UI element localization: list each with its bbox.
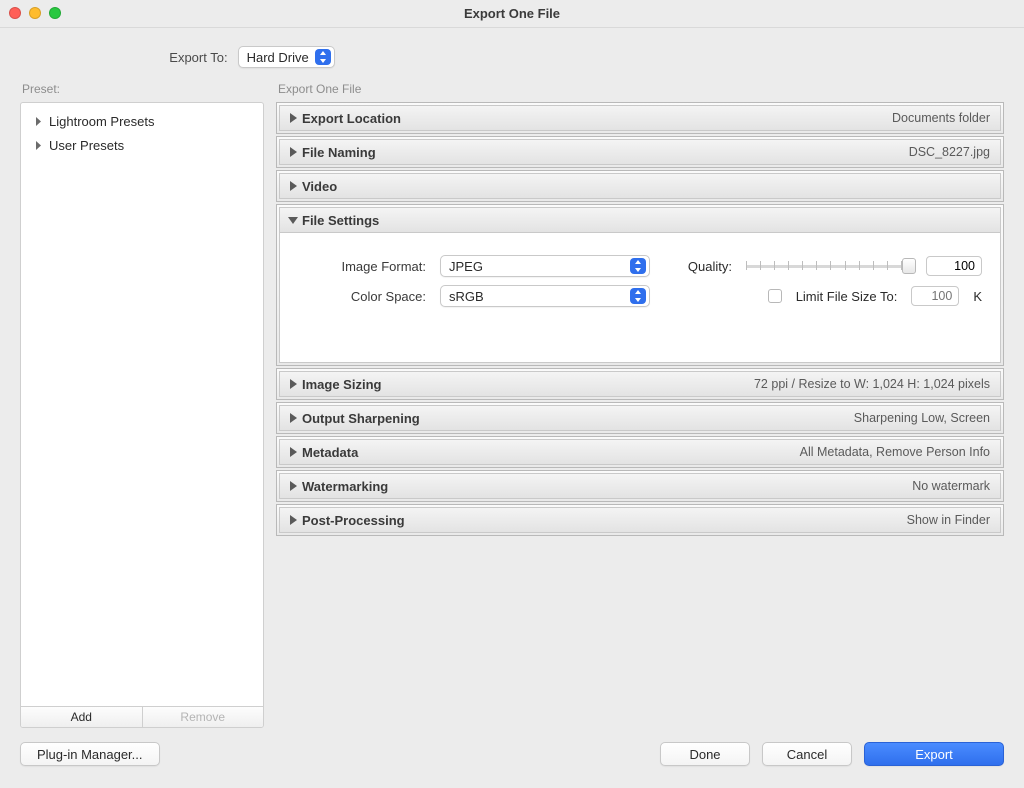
dialog-footer: Plug-in Manager... Done Cancel Export — [0, 728, 1024, 788]
panel-title: Image Sizing — [302, 377, 381, 392]
panel-title: File Naming — [302, 145, 376, 160]
panel-title: Post-Processing — [302, 513, 405, 528]
preset-item-label: User Presets — [49, 138, 124, 153]
image-format-value: JPEG — [449, 259, 630, 274]
plugin-manager-button[interactable]: Plug-in Manager... — [20, 742, 160, 766]
updown-icon — [315, 49, 331, 65]
export-to-select[interactable]: Hard Drive — [238, 46, 335, 68]
panel-metadata: Metadata All Metadata, Remove Person Inf… — [276, 436, 1004, 468]
color-space-select[interactable]: sRGB — [440, 285, 650, 307]
titlebar: Export One File — [0, 0, 1024, 28]
panel-gap — [279, 333, 1001, 363]
panel-header[interactable]: Metadata All Metadata, Remove Person Inf… — [279, 439, 1001, 465]
quality-slider[interactable] — [746, 257, 916, 275]
panel-summary: 72 ppi / Resize to W: 1,024 H: 1,024 pix… — [754, 377, 990, 391]
panel-header[interactable]: File Settings — [279, 207, 1001, 233]
panel-header[interactable]: Video — [279, 173, 1001, 199]
triangle-right-icon — [286, 515, 300, 525]
preset-add-button[interactable]: Add — [21, 707, 143, 727]
panel-file-settings: File Settings Image Format: JPEG — [276, 204, 1004, 366]
file-settings-body: Image Format: JPEG Quality: — [279, 233, 1001, 334]
export-to-value: Hard Drive — [247, 50, 315, 65]
window-title: Export One File — [464, 6, 560, 21]
color-space-value: sRGB — [449, 289, 630, 304]
image-format-select[interactable]: JPEG — [440, 255, 650, 277]
panel-post-processing: Post-Processing Show in Finder — [276, 504, 1004, 536]
panel-summary: DSC_8227.jpg — [909, 145, 990, 159]
panel-header[interactable]: Image Sizing 72 ppi / Resize to W: 1,024… — [279, 371, 1001, 397]
panel-watermarking: Watermarking No watermark — [276, 470, 1004, 502]
preset-item-lightroom[interactable]: Lightroom Presets — [21, 109, 263, 133]
panel-title: Watermarking — [302, 479, 388, 494]
quality-input[interactable] — [926, 256, 982, 276]
panel-file-naming: File Naming DSC_8227.jpg — [276, 136, 1004, 168]
panel-header[interactable]: Output Sharpening Sharpening Low, Screen — [279, 405, 1001, 431]
triangle-right-icon — [286, 447, 300, 457]
image-format-label: Image Format: — [298, 259, 426, 274]
color-space-label: Color Space: — [298, 289, 426, 304]
image-format-row: Image Format: JPEG Quality: — [298, 255, 982, 277]
panel-header[interactable]: Post-Processing Show in Finder — [279, 507, 1001, 533]
preset-column: Preset: Lightroom Presets User Presets — [20, 82, 264, 728]
preset-item-user[interactable]: User Presets — [21, 133, 263, 157]
limit-size-label: Limit File Size To: — [796, 289, 898, 304]
preset-item-label: Lightroom Presets — [49, 114, 155, 129]
panel-summary: All Metadata, Remove Person Info — [800, 445, 990, 459]
triangle-down-icon — [286, 215, 300, 225]
panel-title: Video — [302, 179, 337, 194]
minimize-icon[interactable] — [29, 7, 41, 19]
panel-header[interactable]: File Naming DSC_8227.jpg — [279, 139, 1001, 165]
panel-image-sizing: Image Sizing 72 ppi / Resize to W: 1,024… — [276, 368, 1004, 400]
cancel-button[interactable]: Cancel — [762, 742, 852, 766]
footer-actions: Done Cancel Export — [660, 742, 1004, 766]
triangle-right-icon — [286, 481, 300, 491]
color-space-row: Color Space: sRGB Limit File Size To: — [298, 285, 982, 307]
panel-export-location: Export Location Documents folder — [276, 102, 1004, 134]
panel-summary: No watermark — [912, 479, 990, 493]
export-to-label: Export To: — [169, 50, 227, 65]
panel-output-sharpening: Output Sharpening Sharpening Low, Screen — [276, 402, 1004, 434]
export-dialog: Export One File Export To: Hard Drive Pr… — [0, 0, 1024, 788]
panel-header[interactable]: Export Location Documents folder — [279, 105, 1001, 131]
updown-icon — [630, 288, 646, 304]
panel-summary: Documents folder — [892, 111, 990, 125]
settings-column: Export One File Export Location Document… — [276, 82, 1004, 728]
panel-summary: Show in Finder — [907, 513, 990, 527]
chevron-right-icon — [33, 117, 43, 126]
triangle-right-icon — [286, 413, 300, 423]
close-icon[interactable] — [9, 7, 21, 19]
settings-heading: Export One File — [278, 82, 1004, 96]
panel-video: Video — [276, 170, 1004, 202]
quality-slider-wrap — [746, 256, 982, 276]
triangle-right-icon — [286, 181, 300, 191]
preset-tree: Lightroom Presets User Presets — [21, 103, 263, 706]
updown-icon — [630, 258, 646, 274]
window-controls — [9, 7, 61, 19]
limit-size-checkbox[interactable] — [768, 289, 782, 303]
done-button[interactable]: Done — [660, 742, 750, 766]
dialog-body: Preset: Lightroom Presets User Presets — [0, 82, 1024, 728]
panel-summary: Sharpening Low, Screen — [854, 411, 990, 425]
slider-thumb[interactable] — [902, 258, 916, 274]
export-button[interactable]: Export — [864, 742, 1004, 766]
panel-header[interactable]: Watermarking No watermark — [279, 473, 1001, 499]
panel-title: Metadata — [302, 445, 358, 460]
panel-title: Output Sharpening — [302, 411, 420, 426]
preset-list: Lightroom Presets User Presets Add Remov… — [20, 102, 264, 728]
limit-size-unit: K — [973, 289, 982, 304]
triangle-right-icon — [286, 113, 300, 123]
preset-label: Preset: — [22, 82, 264, 96]
triangle-right-icon — [286, 147, 300, 157]
limit-size-input[interactable] — [911, 286, 959, 306]
preset-buttons: Add Remove — [21, 706, 263, 727]
quality-label: Quality: — [688, 259, 732, 274]
panel-title: Export Location — [302, 111, 401, 126]
panel-title: File Settings — [302, 213, 379, 228]
export-to-row: Export To: Hard Drive — [0, 28, 1024, 82]
zoom-icon[interactable] — [49, 7, 61, 19]
chevron-right-icon — [33, 141, 43, 150]
preset-remove-button: Remove — [143, 707, 264, 727]
triangle-right-icon — [286, 379, 300, 389]
panels-stack: Export Location Documents folder File Na… — [276, 102, 1004, 728]
